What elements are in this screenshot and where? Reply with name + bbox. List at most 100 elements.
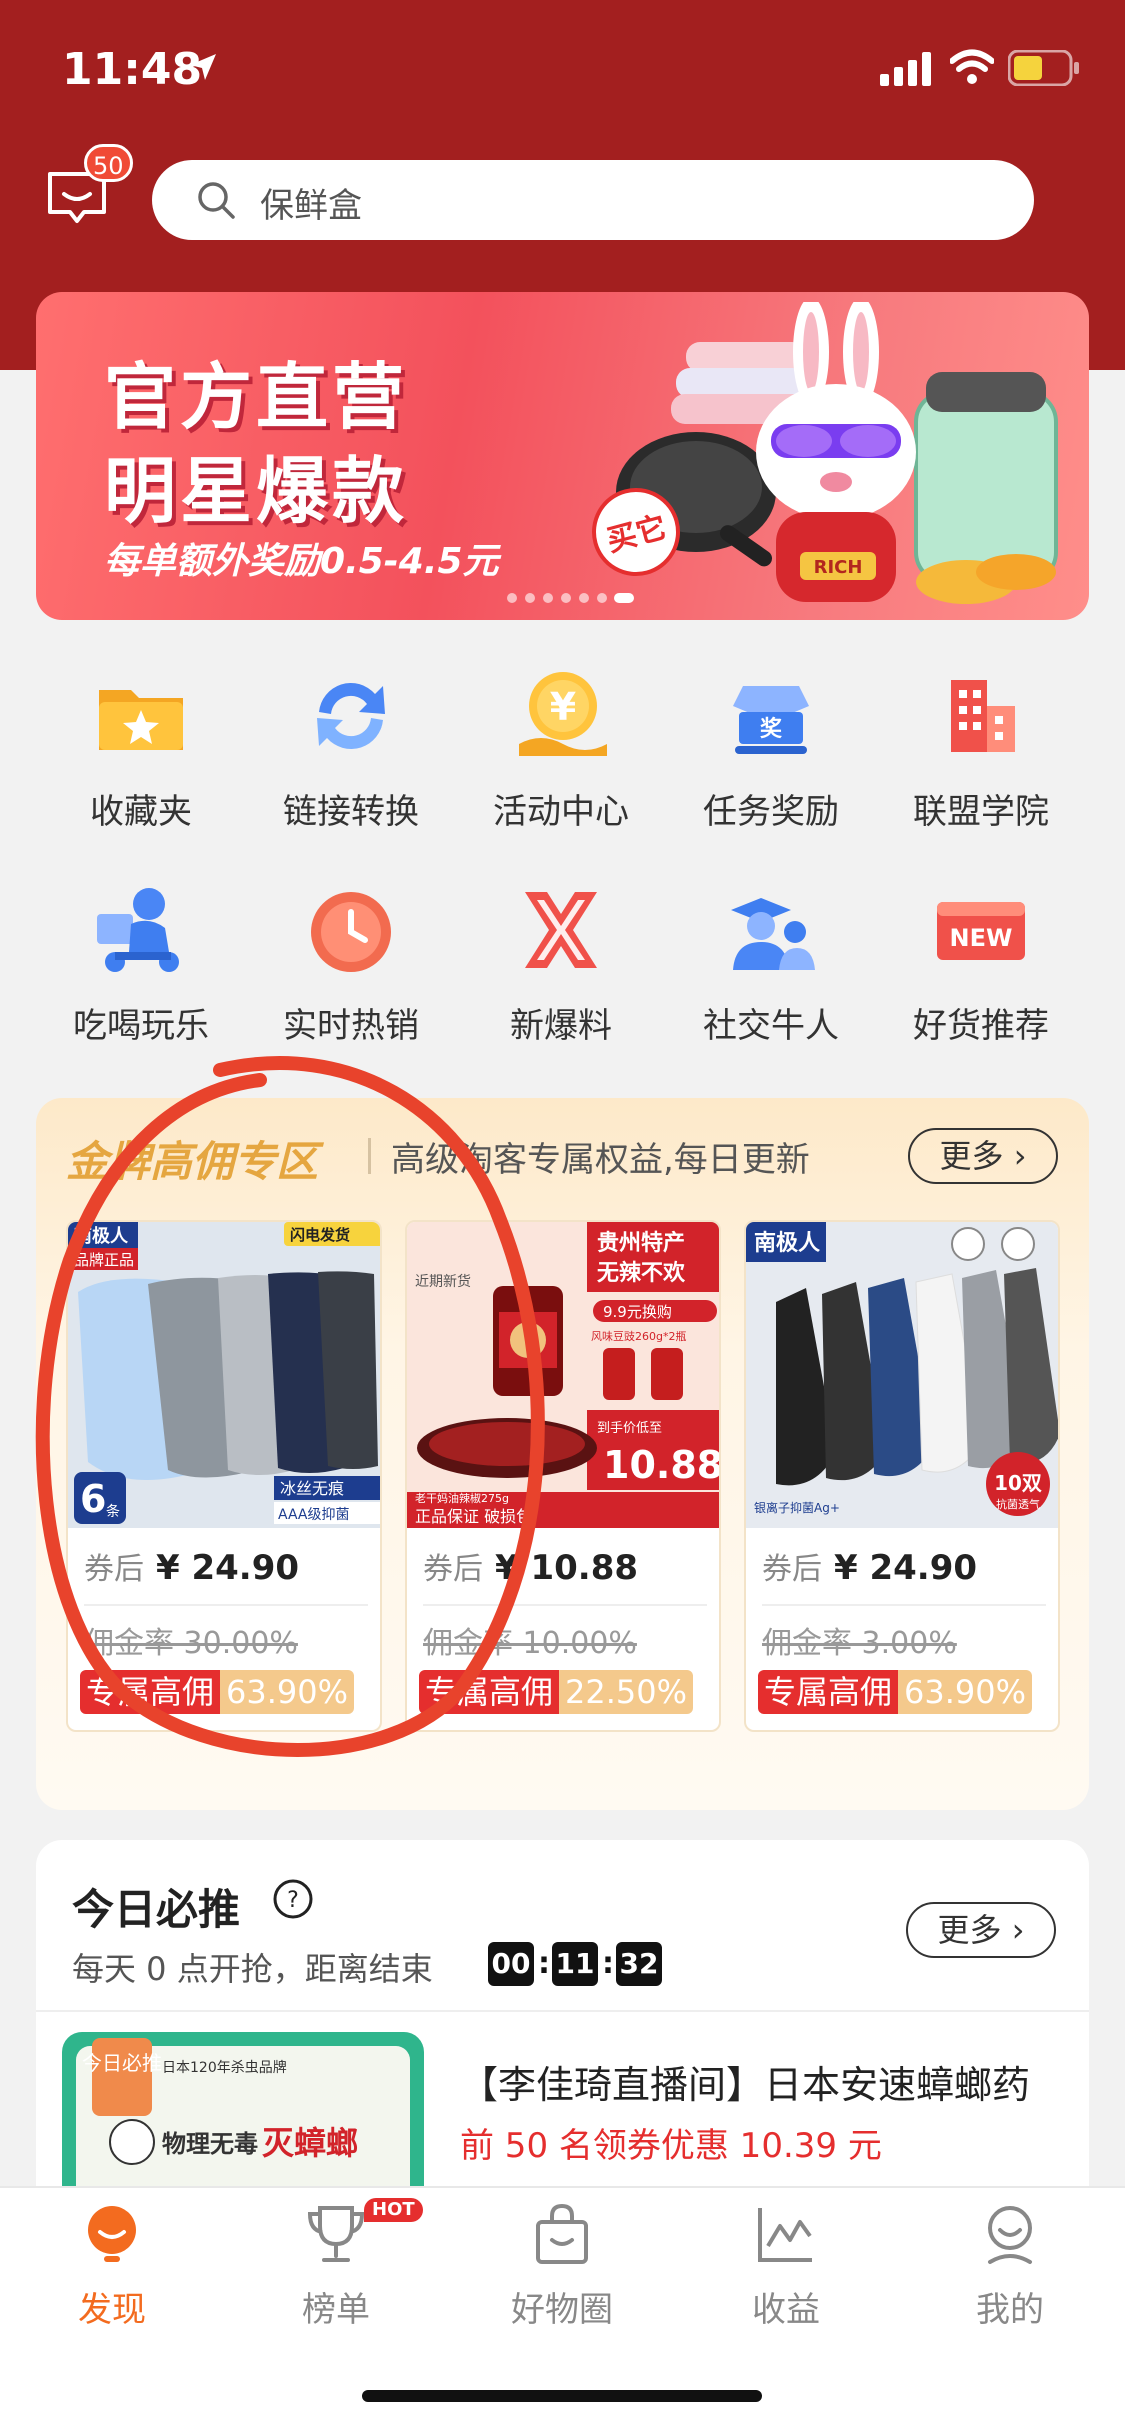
tab-discover[interactable]: 发现 bbox=[32, 2202, 192, 2330]
divider bbox=[36, 2010, 1089, 2012]
img-tag: 今日必推 bbox=[82, 2051, 162, 2075]
clock-icon bbox=[311, 892, 391, 972]
product-card[interactable]: 南极人 品牌正品 闪电发货 6 条 冰丝无痕 AAA级抑菌 券后 ¥ 24.90 … bbox=[66, 1220, 382, 1732]
x-logo-icon bbox=[525, 892, 597, 968]
price-prefix: 券后 bbox=[762, 1552, 822, 1587]
grid-item-good-picks[interactable]: NEW 好货推荐 bbox=[886, 880, 1076, 1060]
grid-item-activity-center[interactable]: ¥ 活动中心 bbox=[466, 666, 656, 846]
home-indicator bbox=[362, 2390, 762, 2402]
grid-label: 任务奖励 bbox=[703, 792, 839, 832]
grid-item-realtime-hot[interactable]: 实时热销 bbox=[256, 880, 446, 1060]
product-image-socks: 南极人 10双 抗菌透气 银离子抑菌Ag+ bbox=[746, 1222, 1058, 1528]
img-promo2: 风味豆豉260g*2瓶 bbox=[591, 1329, 686, 1343]
location-arrow-icon bbox=[190, 54, 216, 80]
tag-rate: 22.50% bbox=[559, 1670, 694, 1714]
more-label: 更多 bbox=[939, 1137, 1004, 1175]
price-row: 券后 ¥ 24.90 bbox=[762, 1544, 1052, 1590]
countdown-minutes: 11 bbox=[552, 1942, 598, 1986]
wifi-icon bbox=[950, 49, 994, 84]
grid-item-food-fun[interactable]: 吃喝玩乐 bbox=[46, 880, 236, 1060]
grid-item-task-reward[interactable]: 奖 任务奖励 bbox=[676, 666, 866, 846]
banner-title-line2: 明星爆款 bbox=[104, 449, 409, 533]
img-count: 6 bbox=[80, 1477, 106, 1521]
divider bbox=[423, 1604, 707, 1606]
today-more-button[interactable]: 更多 › bbox=[906, 1902, 1056, 1958]
chevron-right-icon: › bbox=[1003, 1137, 1027, 1175]
grid-item-new-scoop[interactable]: 新爆料 bbox=[466, 880, 656, 1060]
gold-zone-subtitle: 高级淘客专属权益,每日更新 bbox=[391, 1140, 810, 1180]
gold-more-button[interactable]: 更多 › bbox=[908, 1128, 1058, 1184]
img-brand: 南极人 bbox=[754, 1231, 820, 1256]
price-row: 券后 ¥ 10.88 bbox=[423, 1544, 713, 1590]
img-note: 品牌正品 bbox=[74, 1251, 134, 1269]
img-badge: 闪电发货 bbox=[290, 1226, 350, 1244]
tab-goods-circle[interactable]: 好物圈 bbox=[482, 2202, 642, 2330]
svg-text:NEW: NEW bbox=[950, 924, 1013, 952]
yuan-coin-icon: ¥ bbox=[519, 672, 607, 756]
grid-label: 吃喝玩乐 bbox=[73, 1006, 209, 1046]
product-image-underwear: 南极人 品牌正品 闪电发货 6 条 冰丝无痕 AAA级抑菌 bbox=[68, 1222, 380, 1528]
today-subtitle: 每天 0 点开抢，距离结束 bbox=[72, 1950, 433, 1988]
img-fresh: 近期新货 bbox=[415, 1273, 471, 1290]
grid-label: 联盟学院 bbox=[913, 792, 1049, 832]
gold-commission-zone: 金牌高佣专区 高级淘客专属权益,每日更新 更多 › 南极人 品牌正品 闪电发货 … bbox=[36, 1098, 1089, 1810]
grid-item-favorites[interactable]: 收藏夹 bbox=[46, 666, 236, 846]
exclusive-commission-tag: 专属高佣 63.90% bbox=[80, 1670, 355, 1714]
product-image-chili-sauce: 贵州特产 无辣不欢 近期新货 9.9元换购 风味豆豉260g*2瓶 到手价低至 … bbox=[407, 1222, 721, 1528]
divider bbox=[762, 1604, 1046, 1606]
promo-banner[interactable]: 官方直营 明星爆款 每单额外奖励0.5-4.5元 买它 RICH bbox=[36, 292, 1089, 620]
original-commission-rate: 佣金率 30.00% bbox=[84, 1626, 298, 1661]
img-brand: 日本120年杀虫品牌 bbox=[162, 2059, 287, 2076]
img-sub: 抗菌透气 bbox=[996, 1497, 1040, 1511]
banner-rich-tag: RICH bbox=[814, 557, 863, 578]
divider bbox=[84, 1604, 368, 1606]
profile-face-icon bbox=[988, 2206, 1032, 2264]
tab-earnings[interactable]: 收益 bbox=[706, 2202, 866, 2330]
tab-profile[interactable]: 我的 bbox=[930, 2202, 1090, 2330]
help-icon[interactable]: ? bbox=[272, 1878, 314, 1920]
product-card[interactable]: 贵州特产 无辣不欢 近期新货 9.9元换购 风味豆豉260g*2瓶 到手价低至 … bbox=[405, 1220, 721, 1732]
message-badge: 50 bbox=[84, 144, 133, 182]
grid-label: 收藏夹 bbox=[90, 792, 192, 832]
tag-label: 专属高佣 bbox=[80, 1670, 221, 1714]
status-time: 11:48 bbox=[62, 44, 203, 95]
tag-label: 专属高佣 bbox=[419, 1670, 560, 1714]
search-placeholder: 保鲜盒 bbox=[260, 186, 362, 226]
tag-rate: 63.90% bbox=[898, 1670, 1033, 1714]
grid-label: 社交牛人 bbox=[703, 1006, 839, 1046]
svg-text:¥: ¥ bbox=[550, 685, 576, 729]
award-icon: 奖 bbox=[733, 686, 809, 754]
price-value: ¥ 24.90 bbox=[156, 1548, 300, 1588]
img-promo: 9.9元换购 bbox=[603, 1303, 672, 1321]
img-price: 10.88 bbox=[603, 1443, 721, 1487]
img-head: 贵州特产 bbox=[597, 1230, 685, 1256]
hot-badge: HOT bbox=[364, 2198, 423, 2222]
img-foot: 正品保证 破损包 bbox=[415, 1507, 532, 1526]
delivery-rider-icon bbox=[97, 888, 179, 972]
rabbit-mascot-illustration: 买它 RICH bbox=[592, 302, 1058, 604]
grid-item-link-convert[interactable]: 链接转换 bbox=[256, 666, 446, 846]
product-card[interactable]: 南极人 10双 抗菌透气 银离子抑菌Ag+ 券后 ¥ 24.90 佣金率 3.00… bbox=[744, 1220, 1060, 1732]
price-value: ¥ 10.88 bbox=[495, 1548, 639, 1588]
img-count: 10双 bbox=[994, 1471, 1042, 1495]
original-commission-rate: 佣金率 10.00% bbox=[423, 1626, 637, 1661]
trophy-icon bbox=[307, 2206, 365, 2262]
img-count-unit: 条 bbox=[106, 1503, 120, 1520]
graduate-people-icon bbox=[731, 898, 815, 970]
img-note: 银离子抑菌Ag+ bbox=[754, 1500, 840, 1515]
grid-item-alliance-academy[interactable]: 联盟学院 bbox=[886, 666, 1076, 846]
search-input[interactable]: 保鲜盒 bbox=[152, 160, 1034, 240]
today-product-name[interactable]: 【李佳琦直播间】日本安速蟑螂药 bbox=[460, 2054, 1070, 2109]
discover-bulb-icon bbox=[88, 2206, 136, 2262]
buildings-icon bbox=[951, 680, 1015, 752]
shopping-bag-icon bbox=[536, 2203, 588, 2264]
img-title: 物理无毒 bbox=[162, 2130, 258, 2158]
tab-rankings[interactable]: HOT 榜单 bbox=[256, 2198, 423, 2330]
convert-arrows-icon bbox=[317, 683, 385, 749]
grid-label: 实时热销 bbox=[283, 1006, 419, 1046]
grid-item-social-expert[interactable]: 社交牛人 bbox=[676, 880, 866, 1060]
original-commission-rate: 佣金率 3.00% bbox=[762, 1626, 957, 1661]
price-prefix: 券后 bbox=[423, 1552, 483, 1587]
banner-title-line1: 官方直营 bbox=[104, 355, 409, 439]
price-prefix: 券后 bbox=[84, 1552, 144, 1587]
